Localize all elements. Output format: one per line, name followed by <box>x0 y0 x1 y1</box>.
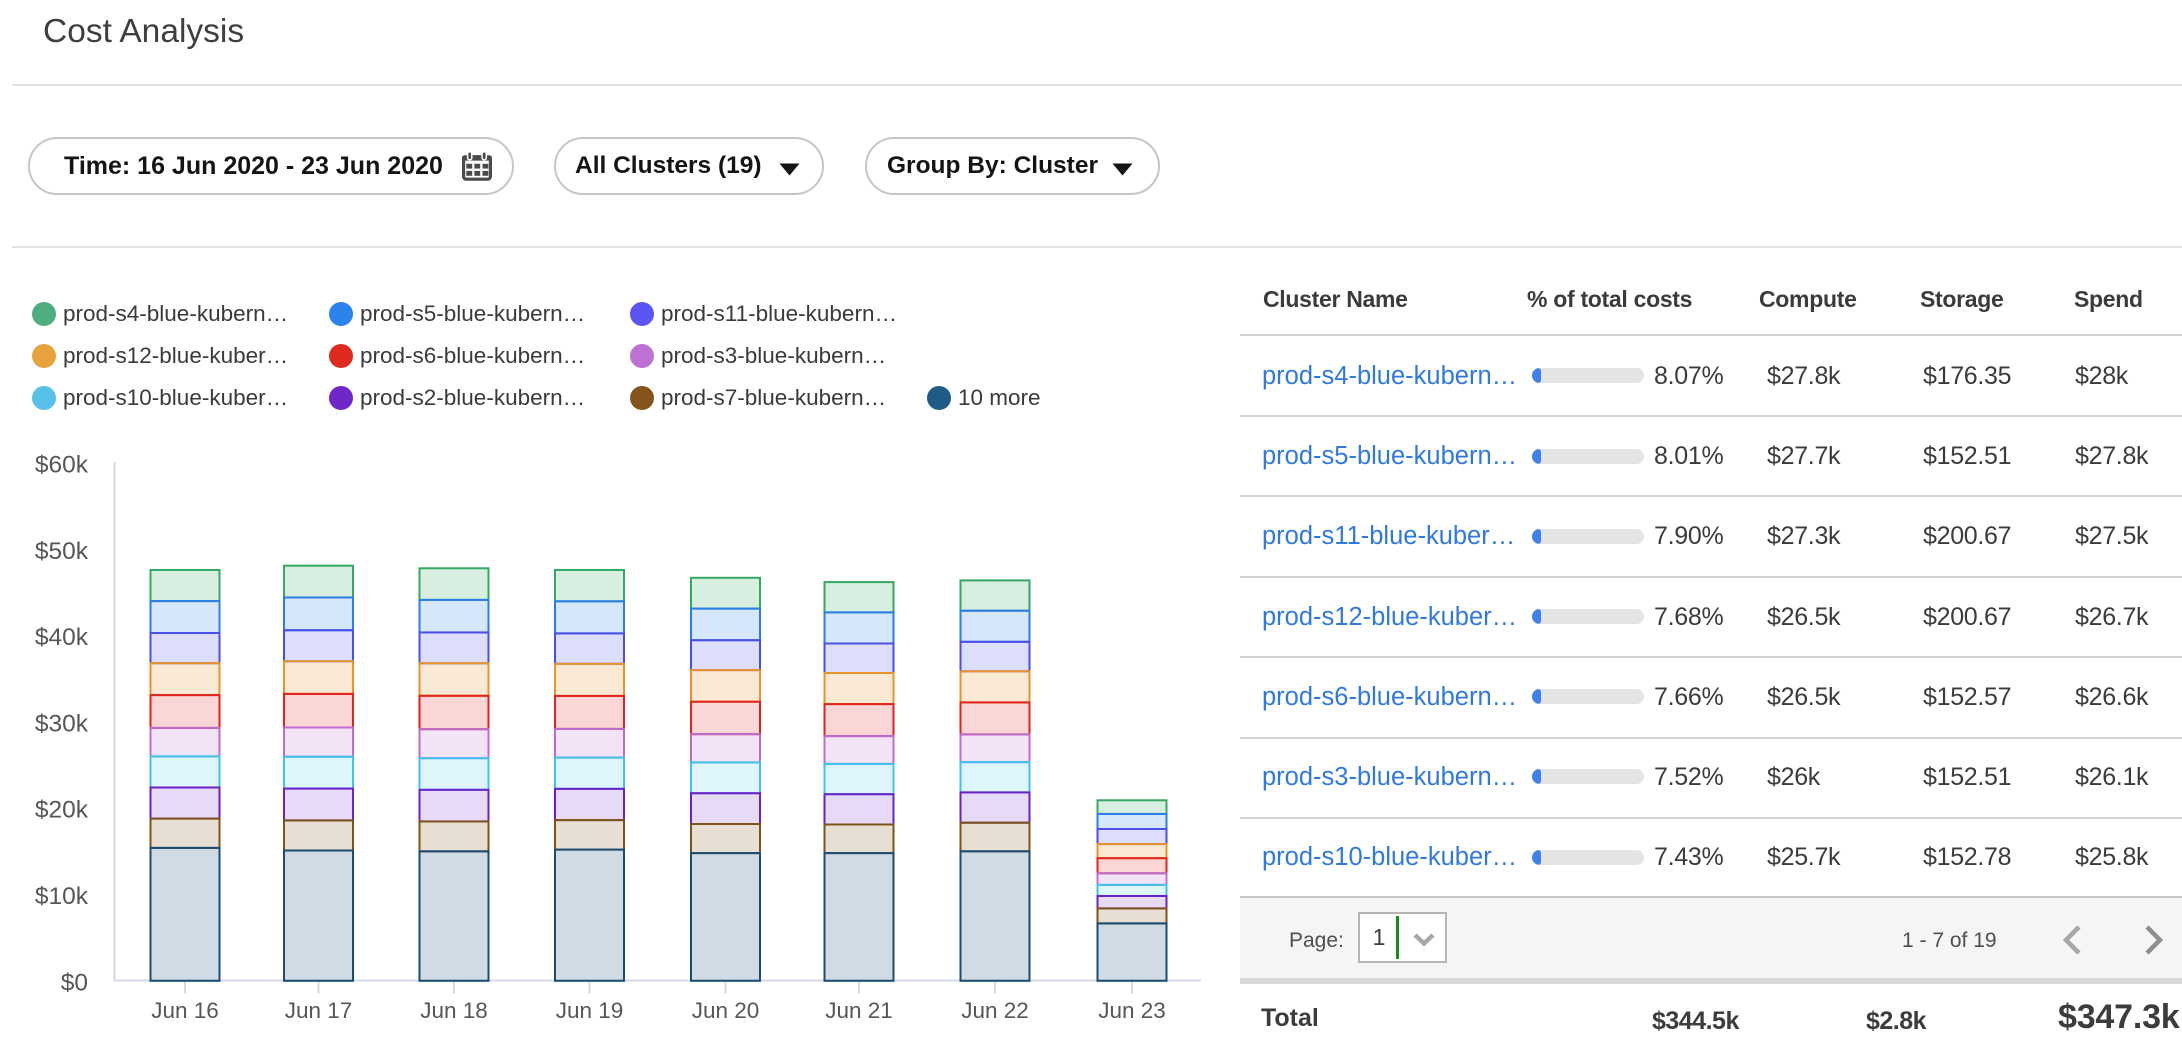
svg-text:$10k: $10k <box>35 883 89 910</box>
svg-text:$20k: $20k <box>35 797 89 824</box>
svg-text:Jun 21: Jun 21 <box>825 998 893 1023</box>
svg-text:$60k: $60k <box>35 452 89 479</box>
svg-text:$30k: $30k <box>35 710 89 737</box>
svg-text:Jun 20: Jun 20 <box>692 998 760 1023</box>
svg-text:Jun 22: Jun 22 <box>961 998 1029 1023</box>
svg-text:Jun 23: Jun 23 <box>1098 998 1166 1023</box>
svg-text:Jun 19: Jun 19 <box>556 998 624 1023</box>
svg-text:$40k: $40k <box>35 624 89 651</box>
svg-text:Jun 18: Jun 18 <box>420 998 488 1023</box>
svg-text:Jun 17: Jun 17 <box>285 998 353 1023</box>
svg-text:$50k: $50k <box>35 538 89 565</box>
svg-text:$0: $0 <box>61 969 88 996</box>
svg-text:Jun 16: Jun 16 <box>151 998 219 1023</box>
